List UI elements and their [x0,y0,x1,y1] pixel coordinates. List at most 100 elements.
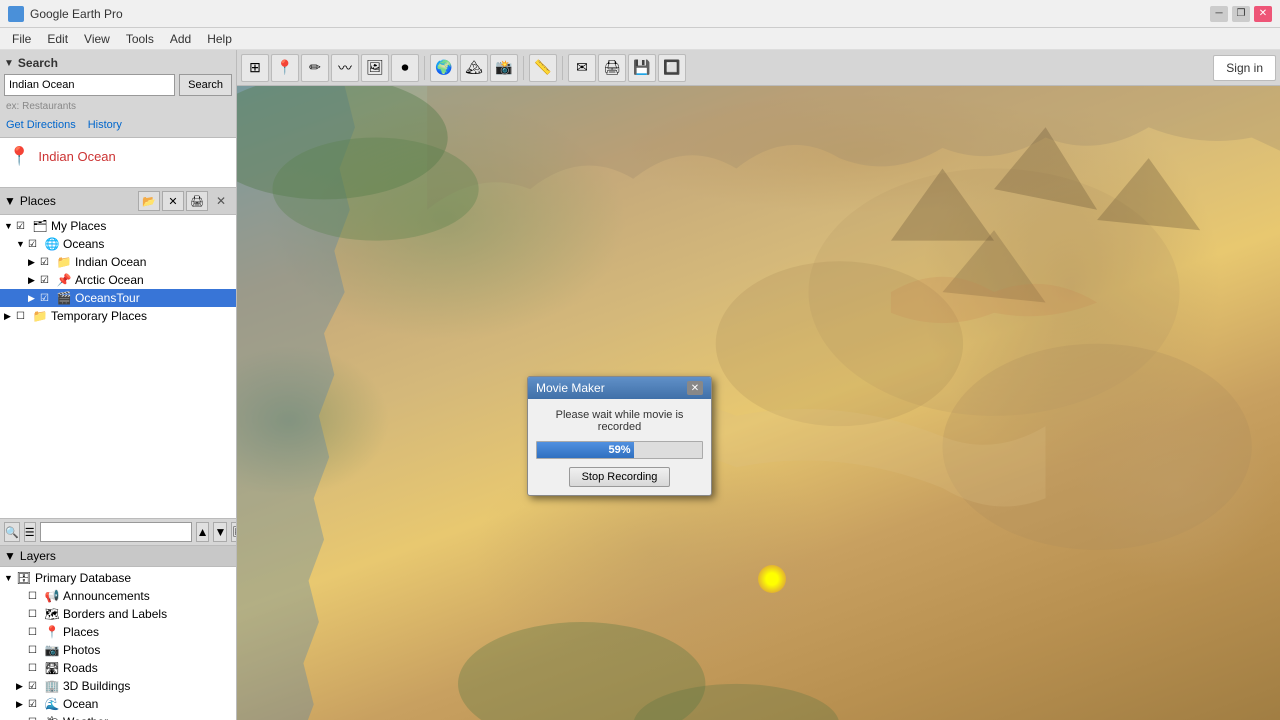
photos-icon: 📷 [44,642,60,658]
temp-places-label: Temporary Places [51,309,147,323]
tree-search-input[interactable] [40,522,192,542]
check-buildings[interactable]: ☑ [28,681,42,692]
announcements-label: Announcements [63,589,150,603]
tree-item-places-layer[interactable]: ▶ ☐ 📍 Places [0,623,236,641]
expand-primary-icon[interactable]: ▼ [4,573,16,583]
tb-record-btn[interactable]: ⏺ [391,54,419,82]
check-arctic[interactable]: ☑ [40,275,54,286]
check-roads[interactable]: ☐ [28,663,42,674]
get-directions-link[interactable]: Get Directions [6,119,76,131]
check-places[interactable]: ☐ [28,627,42,638]
tree-item-borders[interactable]: ▶ ☐ 🗺 Borders and Labels [0,605,236,623]
tree-item-ocean[interactable]: ▶ ☑ 🌊 Ocean [0,695,236,713]
menu-add[interactable]: Add [162,30,199,48]
menu-edit[interactable]: Edit [39,30,76,48]
tb-email-btn[interactable]: ✉ [568,54,596,82]
tree-item-primary-db[interactable]: ▼ 🗄 Primary Database [0,569,236,587]
tree-item-announcements[interactable]: ▶ ☐ 📢 Announcements [0,587,236,605]
restore-button[interactable]: ❐ [1232,6,1250,22]
tree-item-oceans-tour[interactable]: ▶ ☑ 🎬 OceansTour [0,289,236,307]
tree-down-btn[interactable]: ▼ [213,522,227,542]
search-places-btn[interactable]: 🔍 [4,522,20,542]
screen-capture-btn[interactable]: 🖼 [231,522,236,542]
expand-indian-icon[interactable]: ▶ [28,257,40,268]
search-links: Get Directions History [4,117,232,133]
tree-item-roads[interactable]: ▶ ☐ 🛣 Roads [0,659,236,677]
check-borders[interactable]: ☐ [28,609,42,620]
history-link[interactable]: History [88,119,122,131]
expand-buildings-icon[interactable]: ▶ [16,681,28,692]
menubar: File Edit View Tools Add Help [0,28,1280,50]
tb-save-image-btn[interactable]: 💾 [628,54,656,82]
movie-dialog: Movie Maker ✕ Please wait while movie is… [527,376,712,496]
app-icon [8,6,24,22]
sign-in-button[interactable]: Sign in [1213,55,1276,81]
oceans-icon: 🌐 [44,236,60,252]
terrain-svg [237,86,1280,720]
tree-item-temp-places[interactable]: ▶ ☐ 📁 Temporary Places [0,307,236,325]
indian-ocean-icon: 📁 [56,254,72,270]
places-close-btn[interactable]: ✕ [210,191,232,211]
tb-placemark-btn[interactable]: 📍 [271,54,299,82]
tree-item-indian-ocean[interactable]: ▶ ☑ 📁 Indian Ocean [0,253,236,271]
tree-item-arctic-ocean[interactable]: ▶ ☑ 📌 Arctic Ocean [0,271,236,289]
minimize-button[interactable]: ─ [1210,6,1228,22]
map-canvas[interactable]: Data SIO, NOAA, U.S. Navy, NGA, GEBCO Im… [237,86,1280,720]
check-weather[interactable]: ☐ [28,717,42,720]
places-add-folder-btn[interactable]: 📂 [138,191,160,211]
places-toolbar: 📂 ✕ 🖨 ✕ [138,191,232,211]
places-panel: ▼ Places 📂 ✕ 🖨 ✕ ▼ ☑ 🗂 My Places [0,188,236,545]
stop-recording-button[interactable]: Stop Recording [569,467,671,487]
layers-expand-icon[interactable]: ▼ [4,549,16,563]
expand-my-places-icon[interactable]: ▼ [4,221,16,231]
expand-tour-icon[interactable]: ▶ [28,293,40,304]
tree-item-my-places[interactable]: ▼ ☑ 🗂 My Places [0,217,236,235]
tb-photo-btn[interactable]: 📸 [490,54,518,82]
menu-file[interactable]: File [4,30,39,48]
expand-temp-icon[interactable]: ▶ [4,311,16,322]
places-expand-icon[interactable]: ▼ [4,194,16,208]
tb-overlay-btn[interactable]: 🖼 [361,54,389,82]
tree-item-weather[interactable]: ▶ ☐ 🌤 Weather [0,713,236,720]
tree-item-photos[interactable]: ▶ ☐ 📷 Photos [0,641,236,659]
check-indian[interactable]: ☑ [40,257,54,268]
tb-polygon-btn[interactable]: ✏ [301,54,329,82]
titlebar: Google Earth Pro ─ ❐ ✕ [0,0,1280,28]
tree-up-btn[interactable]: ▲ [196,522,210,542]
places-delete-btn[interactable]: ✕ [162,191,184,211]
search-input[interactable] [4,74,175,96]
result-item[interactable]: 📍 Indian Ocean [4,142,232,171]
expand-ocean-icon[interactable]: ▶ [16,699,28,710]
menu-view[interactable]: View [76,30,118,48]
expand-oceans-icon[interactable]: ▼ [16,239,28,249]
tree-item-oceans[interactable]: ▼ ☑ 🌐 Oceans [0,235,236,253]
movie-dialog-close-btn[interactable]: ✕ [687,381,703,395]
expand-arctic-icon[interactable]: ▶ [28,275,40,286]
check-photos[interactable]: ☐ [28,645,42,656]
menu-help[interactable]: Help [199,30,240,48]
close-button[interactable]: ✕ [1254,6,1272,22]
tb-print-btn[interactable]: 🖨 [598,54,626,82]
menu-tools[interactable]: Tools [118,30,162,48]
movie-dialog-title-text: Movie Maker [536,381,605,395]
search-button[interactable]: Search [179,74,232,96]
tb-terrain-btn[interactable]: 🏔 [460,54,488,82]
check-temp[interactable]: ☐ [16,311,30,322]
movie-dialog-titlebar: Movie Maker ✕ [528,377,711,399]
movie-dialog-body: Please wait while movie is recorded 59% … [528,399,711,495]
tb-grid-btn[interactable]: ⊞ [241,54,269,82]
tb-ruler-btn[interactable]: 📏 [529,54,557,82]
check-ocean[interactable]: ☑ [28,699,42,710]
check-tour[interactable]: ☑ [40,293,54,304]
tb-view-btn[interactable]: 🔲 [658,54,686,82]
check-oceans[interactable]: ☑ [28,239,42,250]
check-my-places[interactable]: ☑ [16,221,30,232]
tree-item-3d-buildings[interactable]: ▶ ☑ 🏢 3D Buildings [0,677,236,695]
tb-earth-btn[interactable]: 🌍 [430,54,458,82]
search-expand-icon[interactable]: ▼ [4,58,14,69]
layers-header: ▼ Layers [0,546,236,567]
places-print-btn[interactable]: 🖨 [186,191,208,211]
check-announcements[interactable]: ☐ [28,591,42,602]
tb-path-btn[interactable]: 〰 [331,54,359,82]
list-view-btn[interactable]: ☰ [24,522,36,542]
